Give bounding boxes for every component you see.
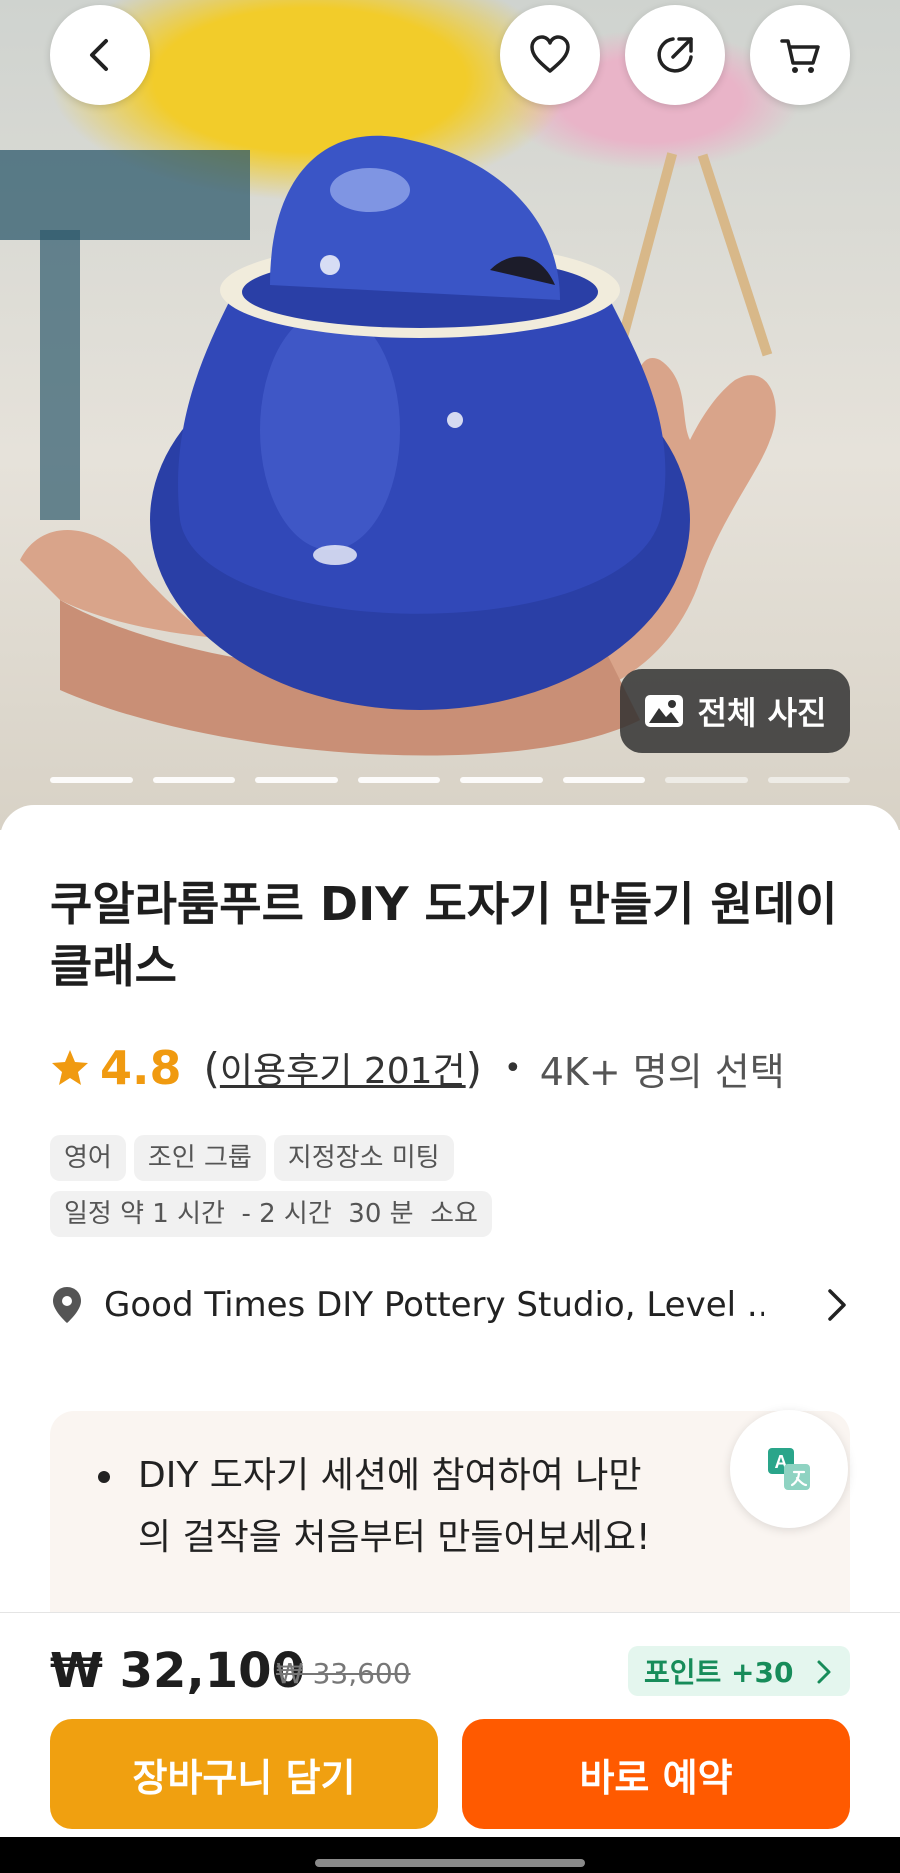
- photo-pagination: [50, 777, 850, 783]
- heart-icon: [530, 35, 570, 73]
- share-button[interactable]: [625, 5, 725, 105]
- tag-duration: 일정 약 1 시간 - 2 시간 30 분 소요: [50, 1191, 492, 1237]
- pagination-dot: [50, 777, 133, 783]
- review-count-link[interactable]: 이용후기 201건: [220, 1042, 466, 1094]
- translate-button[interactable]: A: [730, 1410, 848, 1528]
- sale-price: ₩ 32,100: [50, 1643, 305, 1699]
- cart-button[interactable]: [750, 5, 850, 105]
- rating-row: 4.8 ( 이용후기 201건 ) • 4K+ 명의 선택: [50, 1038, 785, 1098]
- translate-icon: A: [768, 1448, 810, 1490]
- location-pin-icon: [53, 1287, 81, 1323]
- image-icon: [644, 695, 683, 727]
- cart-icon: [780, 39, 820, 73]
- chosen-count: 4K+ 명의 선택: [539, 1049, 785, 1094]
- wishlist-button[interactable]: [500, 5, 600, 105]
- all-photos-button[interactable]: 전체 사진: [620, 669, 850, 753]
- location-row[interactable]: Good Times DIY Pottery Studio, Level ...: [50, 1275, 850, 1335]
- separator-dot: •: [504, 1050, 522, 1086]
- add-to-cart-button[interactable]: 장바구니 담기: [50, 1719, 438, 1829]
- pagination-dot: [357, 777, 440, 783]
- book-now-button[interactable]: 바로 예약: [462, 1719, 850, 1829]
- tag-group: 조인 그룹: [133, 1135, 266, 1181]
- system-nav-bar: [0, 1837, 900, 1873]
- hero-image[interactable]: 전체 사진: [0, 0, 900, 830]
- points-badge[interactable]: 포인트 +30: [628, 1646, 850, 1696]
- product-title: 쿠알라룸푸르 DIY 도자기 만들기 원데이 클래스: [50, 877, 838, 993]
- review-paren-open: (: [203, 1043, 220, 1093]
- home-indicator[interactable]: [315, 1859, 585, 1867]
- tag-meeting: 지정장소 미팅: [273, 1135, 454, 1181]
- tag-language: 영어: [50, 1135, 126, 1181]
- pagination-dot: [152, 777, 235, 783]
- all-photos-label: 전체 사진: [697, 694, 827, 732]
- chevron-right-icon: [828, 1289, 846, 1321]
- tag-list: 영어 조인 그룹 지정장소 미팅 일정 약 1 시간 - 2 시간 30 분 소요: [50, 1135, 870, 1247]
- highlight-item: DIY 도자기 세션에 참여하여 나만의 걸작을 처음부터 만들어보세요!: [98, 1445, 658, 1569]
- location-text: Good Times DIY Pottery Studio, Level ...: [104, 1285, 764, 1325]
- pagination-dot: [562, 777, 645, 783]
- back-arrow-icon: [90, 39, 108, 71]
- purchase-bar: ₩ 32,100 ₩ 33,600 포인트 +30 장바구니 담기 바로 예약: [0, 1612, 900, 1838]
- review-paren-close: ): [465, 1043, 483, 1093]
- points-label: 포인트 +30: [644, 1656, 794, 1689]
- share-icon: [657, 37, 693, 73]
- pagination-dot: [665, 777, 748, 783]
- original-price: ₩ 33,600: [276, 1657, 411, 1690]
- rating-value: 4.8: [100, 1041, 182, 1095]
- pagination-dot: [767, 777, 850, 783]
- back-button[interactable]: [50, 5, 150, 105]
- pagination-dot: [460, 777, 543, 783]
- pagination-dot: [255, 777, 338, 783]
- chevron-right-icon: [817, 1660, 831, 1684]
- star-icon: [52, 1050, 88, 1085]
